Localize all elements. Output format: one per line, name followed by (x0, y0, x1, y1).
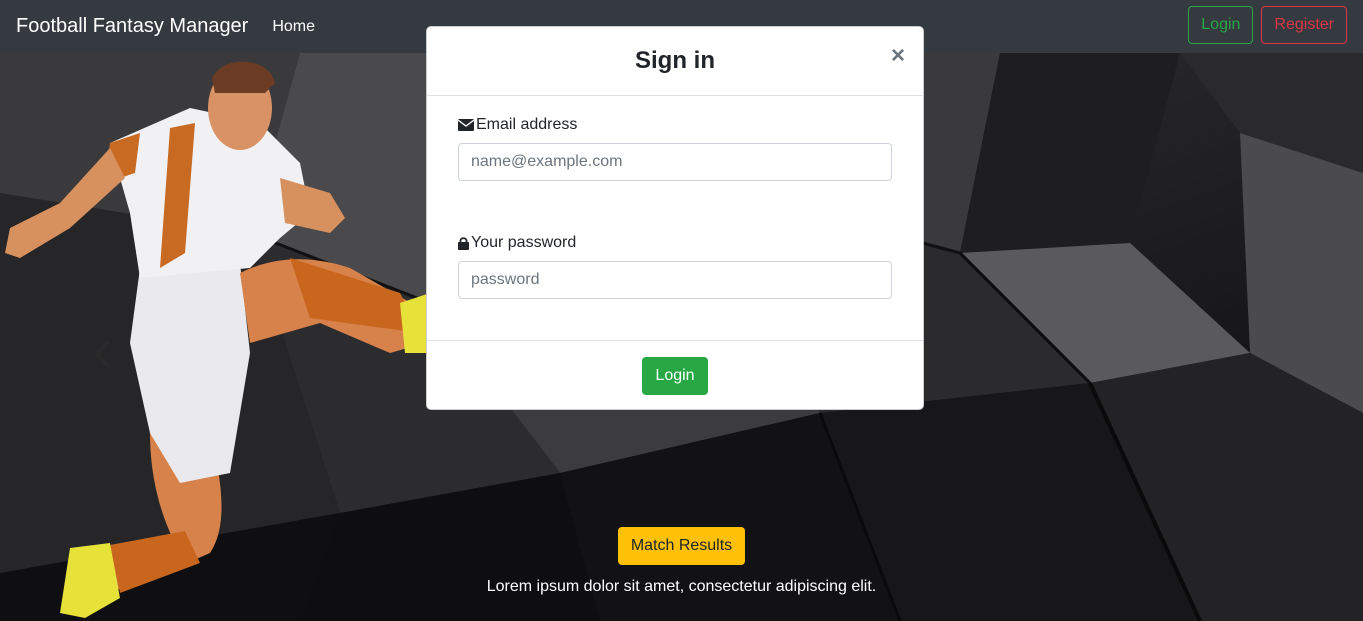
modal-header: Sign in × (427, 27, 923, 96)
password-label-text: Your password (471, 234, 577, 251)
email-label-text: Email address (476, 116, 578, 133)
envelope-icon (458, 119, 474, 131)
modal-title: Sign in (635, 47, 715, 74)
modal-footer: Login (427, 341, 923, 410)
sign-in-modal: Sign in × Email address Your password Lo… (426, 26, 924, 410)
login-submit-button[interactable]: Login (642, 357, 708, 395)
email-label: Email address (458, 116, 577, 134)
email-field[interactable] (458, 143, 892, 181)
password-field[interactable] (458, 261, 892, 299)
close-icon[interactable]: × (891, 44, 905, 68)
modal-body: Email address Your password (427, 96, 923, 341)
password-label: Your password (458, 234, 576, 252)
lock-icon (458, 236, 469, 250)
